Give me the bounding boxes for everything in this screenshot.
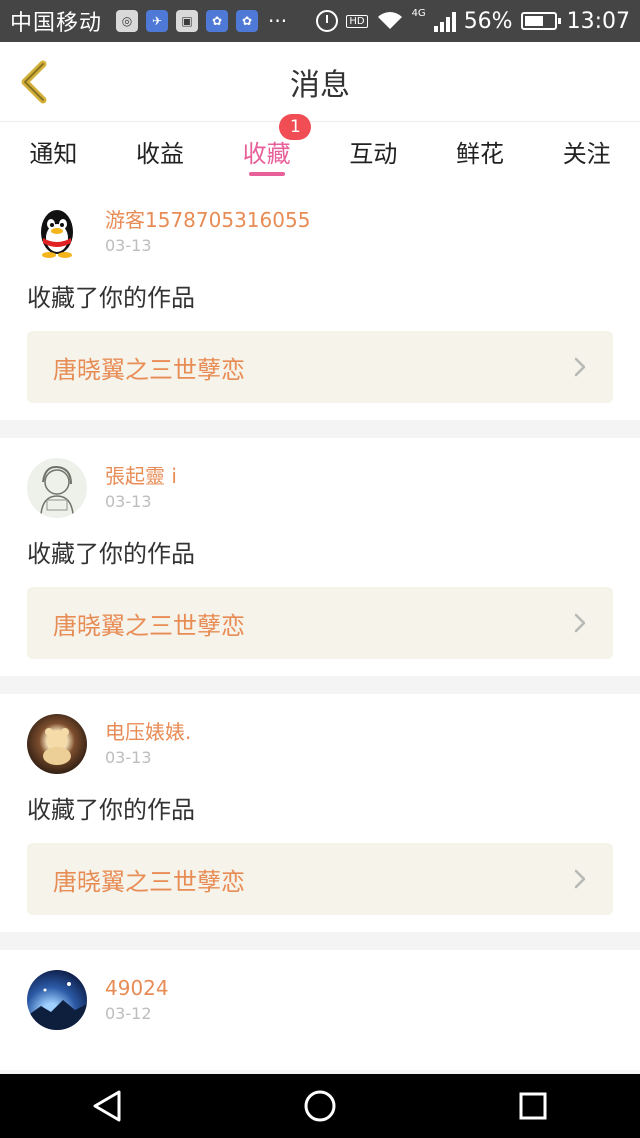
app-notification-icon: ◎: [116, 10, 139, 32]
image-notification-icon: ▣: [176, 10, 199, 32]
tab-favorites[interactable]: 收藏 1: [213, 114, 320, 182]
message-card: 电压婊婊. 03-13 收藏了你的作品 唐晓翼之三世孽恋: [0, 694, 640, 932]
carrier-label: 中国移动: [10, 11, 103, 36]
nav-back-button[interactable]: [87, 1086, 127, 1126]
work-link[interactable]: 唐晓翼之三世孽恋: [27, 843, 613, 915]
paw-notification-icon: ✿: [236, 10, 259, 32]
back-button[interactable]: [14, 56, 54, 108]
plush-avatar-icon: [43, 728, 71, 765]
app-notification-icon: ✈: [146, 10, 169, 32]
user-name[interactable]: 張起靈 i: [105, 462, 177, 490]
avatar[interactable]: [27, 202, 87, 262]
message-text: 收藏了你的作品: [27, 796, 195, 824]
nav-home-button[interactable]: [300, 1086, 340, 1126]
battery-icon: [520, 12, 561, 30]
chevron-right-icon: [574, 869, 586, 889]
tab-interactions[interactable]: 互动: [320, 122, 427, 182]
network-type-label: 4G: [411, 7, 426, 19]
hd-icon: HD: [346, 14, 368, 28]
system-nav-bar: [0, 1074, 640, 1138]
back-triangle-icon: [93, 1090, 121, 1122]
message-list[interactable]: 游客1578705316055 03-13 收藏了你的作品 唐晓翼之三世孽恋 張…: [0, 182, 640, 1074]
tab-label: 鲜花: [456, 140, 505, 168]
work-title: 唐晓翼之三世孽恋: [53, 867, 245, 896]
nav-recents-button[interactable]: [513, 1086, 553, 1126]
avatar[interactable]: [27, 970, 87, 1030]
tab-flowers[interactable]: 鲜花: [427, 122, 534, 182]
work-title: 唐晓翼之三世孽恋: [53, 611, 245, 640]
page-title: 消息: [290, 67, 350, 103]
message-date: 03-13: [105, 492, 152, 511]
tab-following[interactable]: 关注: [533, 122, 640, 182]
more-notifications-icon: ···: [268, 9, 288, 33]
user-name[interactable]: 电压婊婊.: [105, 718, 191, 746]
signal-icon: [433, 10, 456, 32]
user-name[interactable]: 49024: [105, 974, 169, 1002]
paw-notification-icon: ✿: [206, 10, 229, 32]
recents-square-icon: [519, 1092, 547, 1120]
tab-notifications[interactable]: 通知: [0, 122, 107, 182]
chevron-right-icon: [574, 613, 586, 633]
penguin-avatar-icon: [41, 210, 73, 258]
tab-bar: 通知 收益 收藏 1 互动 鲜花 关注: [0, 114, 640, 182]
sketch-avatar-icon: [40, 465, 74, 515]
wifi-icon: [377, 12, 402, 29]
galaxy-avatar-icon: [27, 982, 87, 1030]
message-text: 收藏了你的作品: [27, 284, 195, 312]
tab-label: 收藏: [242, 140, 291, 168]
clock: 13:07: [566, 8, 630, 34]
status-bar: 中国移动 ◎ ✈ ▣ ✿ ✿ ··· HD 4G 56% 13:07: [0, 0, 640, 42]
tab-label: 收益: [136, 140, 184, 168]
message-card: 張起靈 i 03-13 收藏了你的作品 唐晓翼之三世孽恋: [0, 438, 640, 676]
home-circle-icon: [304, 1090, 336, 1122]
message-card: 49024 03-12: [0, 950, 640, 1070]
tab-earnings[interactable]: 收益: [107, 122, 214, 182]
message-text: 收藏了你的作品: [27, 540, 195, 568]
message-date: 03-13: [105, 748, 152, 767]
active-tab-indicator: [248, 172, 285, 176]
avatar[interactable]: [27, 458, 87, 518]
avatar[interactable]: [27, 714, 87, 774]
work-title: 唐晓翼之三世孽恋: [53, 355, 245, 384]
tab-label: 关注: [562, 140, 611, 168]
user-name[interactable]: 游客1578705316055: [105, 206, 310, 234]
message-date: 03-12: [105, 1004, 152, 1023]
chevron-left-icon: [21, 60, 47, 104]
app-header: 消息: [0, 42, 640, 122]
alarm-icon: [316, 10, 339, 32]
work-link[interactable]: 唐晓翼之三世孽恋: [27, 331, 613, 403]
work-link[interactable]: 唐晓翼之三世孽恋: [27, 587, 613, 659]
tab-label: 通知: [29, 140, 78, 168]
battery-percent: 56%: [463, 8, 513, 34]
tab-label: 互动: [349, 140, 398, 168]
chevron-right-icon: [574, 357, 586, 377]
message-date: 03-13: [105, 236, 152, 255]
unread-badge: 1: [279, 114, 312, 140]
message-card: 游客1578705316055 03-13 收藏了你的作品 唐晓翼之三世孽恋: [0, 182, 640, 420]
